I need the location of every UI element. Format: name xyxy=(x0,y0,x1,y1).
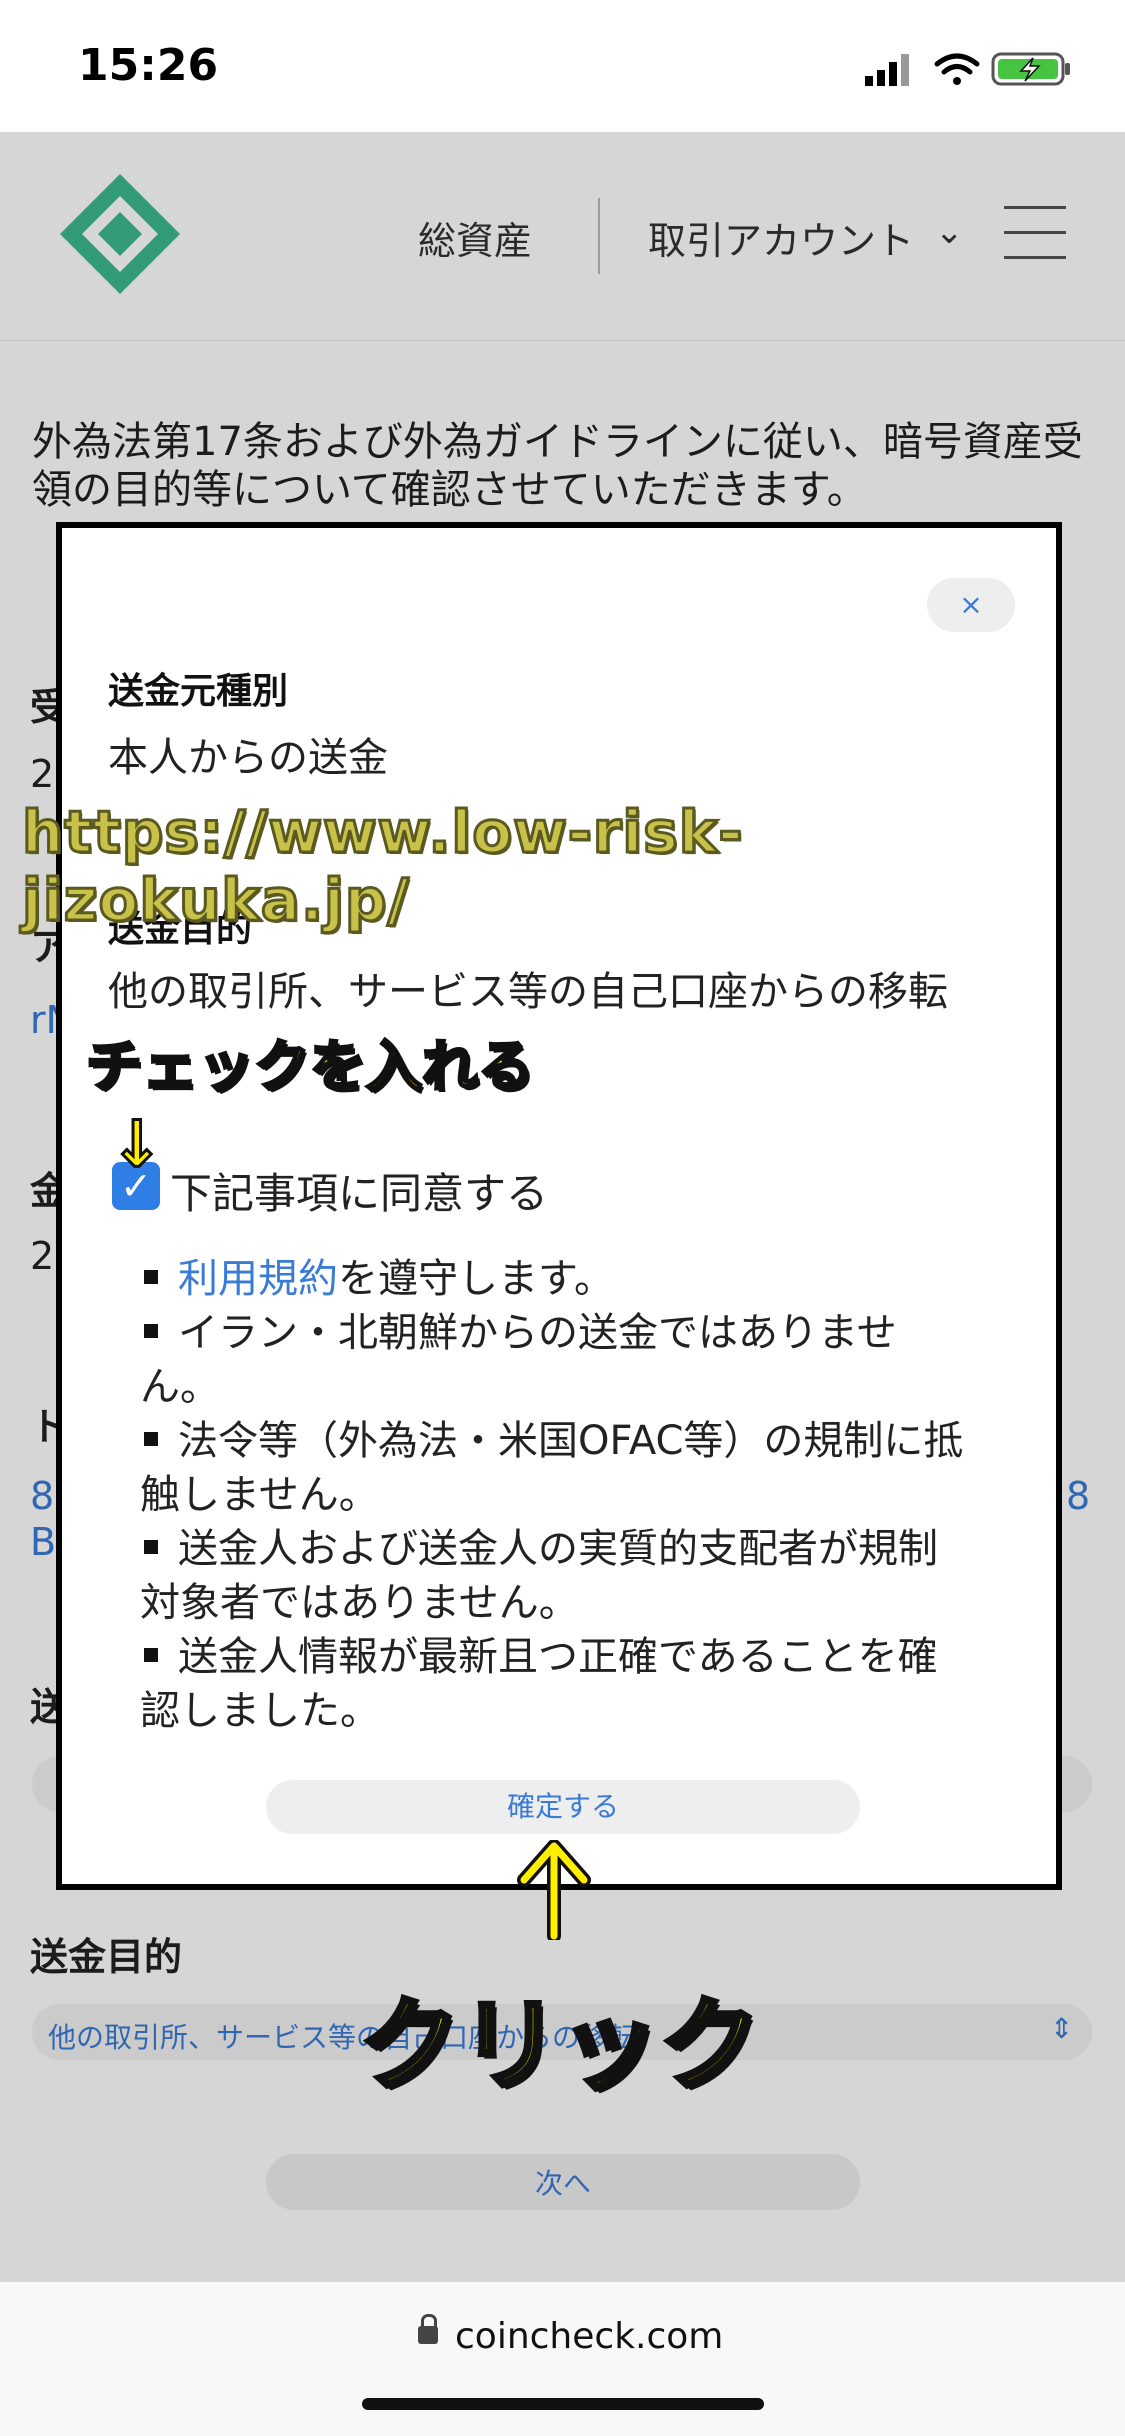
arrow-down-icon: ↓ xyxy=(109,1107,166,1184)
rule-item: 法令等（外為法・米国OFAC等）の規制に抵触しません。 xyxy=(140,1414,970,1522)
agree-label[interactable]: 下記事項に同意する xyxy=(170,1160,548,1221)
bullet-icon xyxy=(144,1432,158,1446)
rule-text: 送金人情報が最新且つ正確であることを確認しました。 xyxy=(140,1634,938,1734)
check-callout: チェックを入れる xyxy=(85,1034,536,1102)
arrow-up-icon xyxy=(517,1840,591,1940)
close-button[interactable]: × xyxy=(927,578,1015,632)
lock-icon xyxy=(418,2314,438,2344)
watermark-url: https://www.low-risk-jizokuka.jp/ xyxy=(21,797,744,936)
bullet-icon xyxy=(144,1540,158,1554)
signal-icon xyxy=(865,54,909,86)
wifi-icon xyxy=(934,53,980,85)
source-type-value: 本人からの送金 xyxy=(108,735,388,781)
rule-item: 送金人情報が最新且つ正確であることを確認しました。 xyxy=(140,1630,970,1738)
click-callout: クリック xyxy=(358,1985,763,2107)
source-type-label: 送金元種別 xyxy=(108,671,289,712)
bullet-icon xyxy=(144,1270,158,1284)
status-bar: 15:26 xyxy=(0,0,1125,132)
bullet-icon xyxy=(144,1648,158,1662)
bullet-icon xyxy=(144,1324,158,1338)
rule-item: 送金人および送金人の実質的支配者が規制対象者ではありません。 xyxy=(140,1522,970,1630)
url-domain[interactable]: coincheck.com xyxy=(455,2316,723,2357)
rule-item: 利用規約を遵守します。 xyxy=(140,1252,970,1306)
status-icons xyxy=(865,52,1070,86)
rule-text: 法令等（外為法・米国OFAC等）の規制に抵触しません。 xyxy=(140,1418,964,1518)
modal-purpose-value: 他の取引所、サービス等の自己口座からの移転 xyxy=(108,969,948,1015)
confirm-button[interactable]: 確定する xyxy=(266,1780,860,1834)
terms-link[interactable]: 利用規約 xyxy=(178,1256,338,1302)
agreement-rules: 利用規約を遵守します。 イラン・北朝鮮からの送金ではありません。 法令等（外為法… xyxy=(140,1252,970,1738)
rule-item: イラン・北朝鮮からの送金ではありません。 xyxy=(140,1306,970,1414)
rule-text: 送金人および送金人の実質的支配者が規制対象者ではありません。 xyxy=(140,1526,938,1626)
rule-text: を遵守します。 xyxy=(338,1256,614,1302)
browser-url-bar[interactable] xyxy=(0,2282,1125,2436)
status-time: 15:26 xyxy=(78,40,219,91)
battery-charging-icon xyxy=(991,52,1070,86)
rule-text: イラン・北朝鮮からの送金ではありません。 xyxy=(140,1310,897,1410)
home-indicator xyxy=(362,2398,764,2410)
